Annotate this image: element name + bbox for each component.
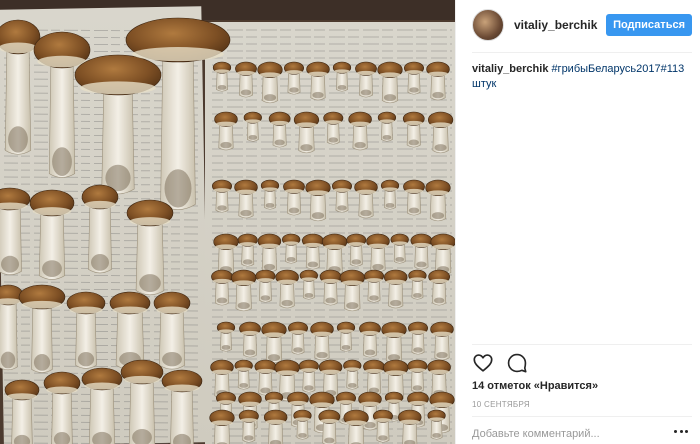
more-options-icon[interactable] <box>674 428 688 434</box>
post-actions <box>472 352 528 374</box>
post-photo[interactable] <box>0 0 455 444</box>
caption-username[interactable]: vitaliy_berchik <box>472 63 548 75</box>
comment-input[interactable] <box>472 428 692 440</box>
comment-box <box>472 424 692 444</box>
speech-bubble-icon[interactable] <box>506 352 528 374</box>
follow-button[interactable]: Подписаться <box>606 14 692 36</box>
avatar[interactable] <box>472 9 504 41</box>
comment-divider <box>472 416 692 417</box>
post-caption: vitaliy_berchik #грибыБеларусь2017#113шту… <box>472 62 687 92</box>
header-username[interactable]: vitaliy_berchik <box>514 18 606 32</box>
post-date: 10 СЕНТЯБРЯ <box>472 400 530 409</box>
actions-divider <box>472 344 692 345</box>
post-sidebar: vitaliy_berchik Подписаться vitaliy_berc… <box>455 0 700 444</box>
post-header: vitaliy_berchik Подписаться <box>472 8 692 42</box>
header-divider <box>472 52 692 53</box>
mushroom-photo <box>0 0 455 444</box>
likes-count[interactable]: 14 отметок «Нравится» <box>472 380 598 392</box>
heart-icon[interactable] <box>472 352 494 374</box>
